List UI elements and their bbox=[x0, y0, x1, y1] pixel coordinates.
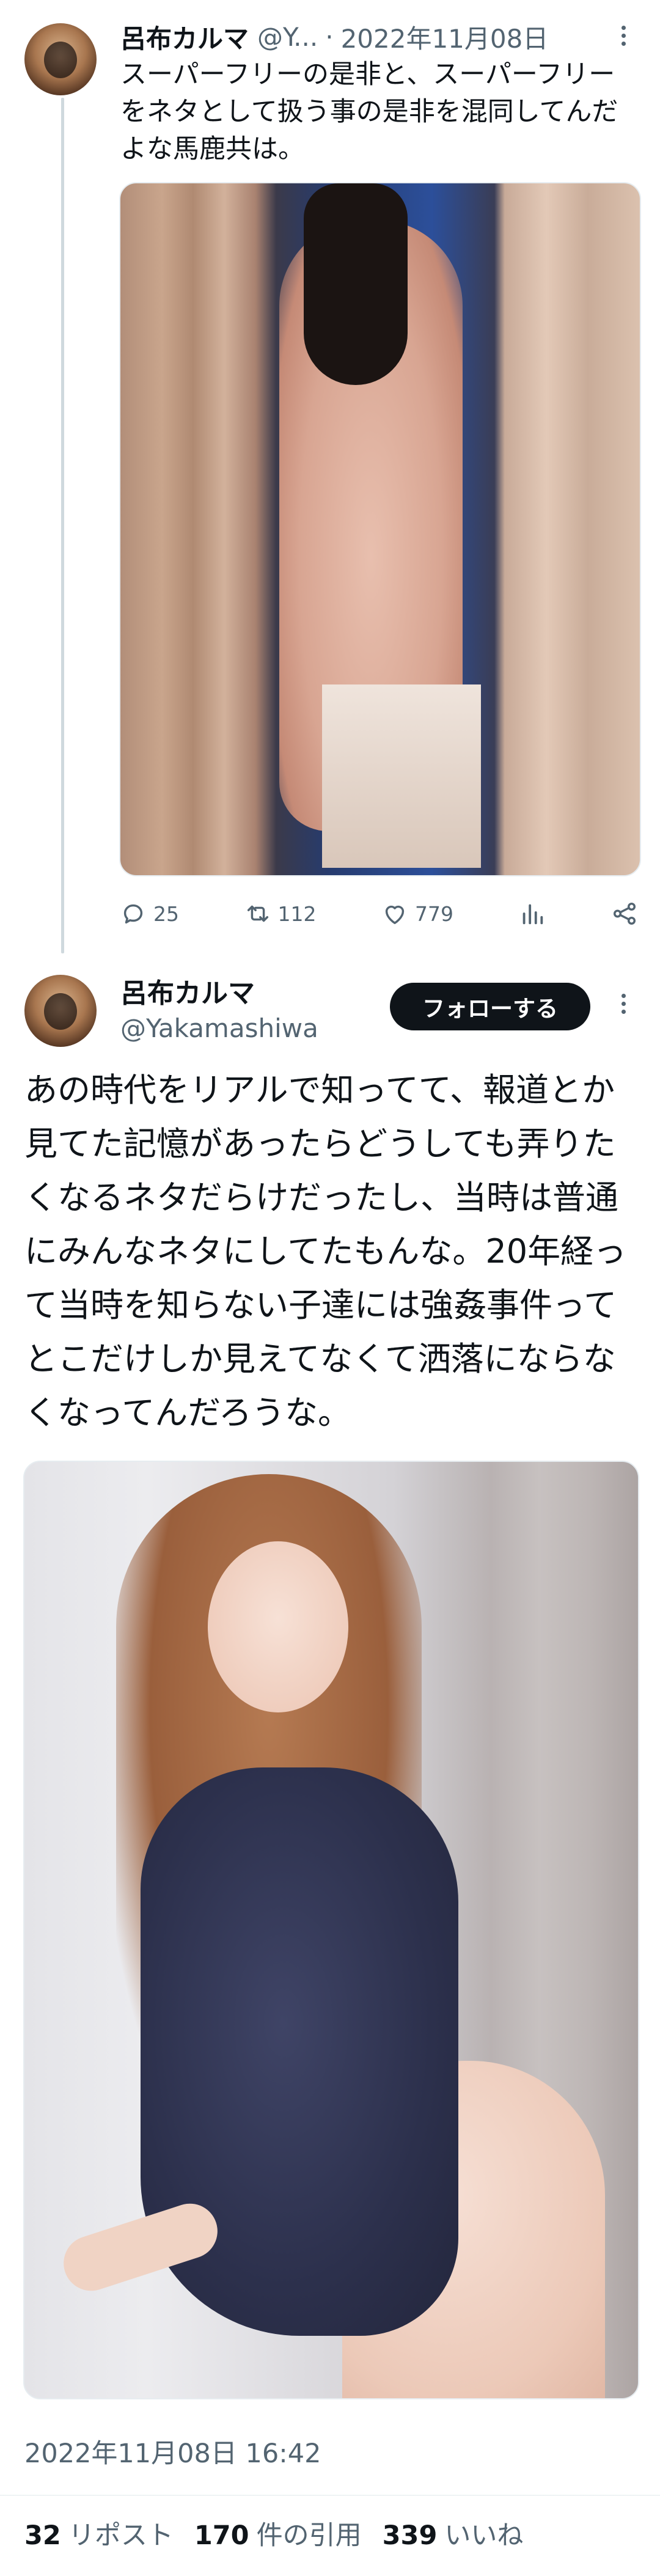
tweet-text: あの時代をリアルで知ってて、報道とか見てた記憶があったらどうしても弄りたくなるネ… bbox=[24, 1071, 627, 1432]
like-button[interactable]: 779 bbox=[381, 900, 453, 928]
quotes-count: 170 bbox=[194, 2520, 249, 2551]
share-button[interactable] bbox=[610, 900, 639, 928]
tweet-timestamp[interactable]: 2022年11月08日 16:42 bbox=[24, 2435, 321, 2472]
tweet-photo[interactable] bbox=[119, 182, 641, 876]
views-button[interactable] bbox=[518, 900, 546, 928]
handle[interactable]: @Y... bbox=[257, 22, 318, 52]
tweet-text: スーパーフリーの是非と、スーパーフリーをネタとして扱う事の是非を混同してんだよな… bbox=[120, 59, 618, 164]
quotes-stat[interactable]: 170 件の引用 bbox=[194, 2514, 362, 2552]
reply-count: 25 bbox=[153, 901, 179, 926]
repost-count: 112 bbox=[277, 901, 317, 926]
reply-icon bbox=[123, 904, 143, 924]
separator-dot: · bbox=[325, 21, 334, 52]
divider bbox=[0, 2495, 660, 2496]
reposts-stat[interactable]: 32 リポスト bbox=[24, 2514, 174, 2552]
more-options-icon[interactable] bbox=[611, 985, 636, 1022]
thread-connector-line bbox=[61, 98, 64, 953]
repost-icon bbox=[247, 905, 268, 922]
tweet-date[interactable]: 2022年11月08日 bbox=[341, 18, 549, 56]
avatar[interactable] bbox=[24, 23, 97, 95]
likes-label: いいね bbox=[444, 2520, 524, 2551]
like-icon bbox=[385, 905, 405, 925]
views-icon bbox=[522, 904, 543, 925]
display-name[interactable]: 呂布カルマ bbox=[120, 18, 249, 56]
avatar[interactable] bbox=[24, 975, 97, 1047]
repost-button[interactable]: 112 bbox=[244, 900, 317, 928]
more-options-icon[interactable] bbox=[611, 17, 636, 54]
reposts-label: リポスト bbox=[68, 2520, 174, 2551]
tweet-action-bar: 25 112 779 bbox=[119, 892, 639, 935]
tweet-photo[interactable] bbox=[23, 1461, 639, 2399]
tweet-header: 呂布カルマ @Y... · 2022年11月08日 bbox=[120, 18, 634, 55]
quotes-label: 件の引用 bbox=[256, 2520, 362, 2551]
engagement-stats: 32 リポスト 170 件の引用 339 いいね bbox=[24, 2515, 523, 2552]
follow-button[interactable]: フォローする bbox=[390, 983, 590, 1030]
share-icon bbox=[613, 902, 636, 925]
handle[interactable]: @Yakamashiwa bbox=[120, 1012, 318, 1045]
reposts-count: 32 bbox=[24, 2520, 61, 2551]
likes-count: 339 bbox=[382, 2520, 438, 2551]
reply-button[interactable]: 25 bbox=[119, 900, 179, 928]
likes-stat[interactable]: 339 いいね bbox=[383, 2514, 524, 2552]
like-count: 779 bbox=[415, 901, 453, 926]
display-name[interactable]: 呂布カルマ bbox=[120, 977, 255, 1011]
